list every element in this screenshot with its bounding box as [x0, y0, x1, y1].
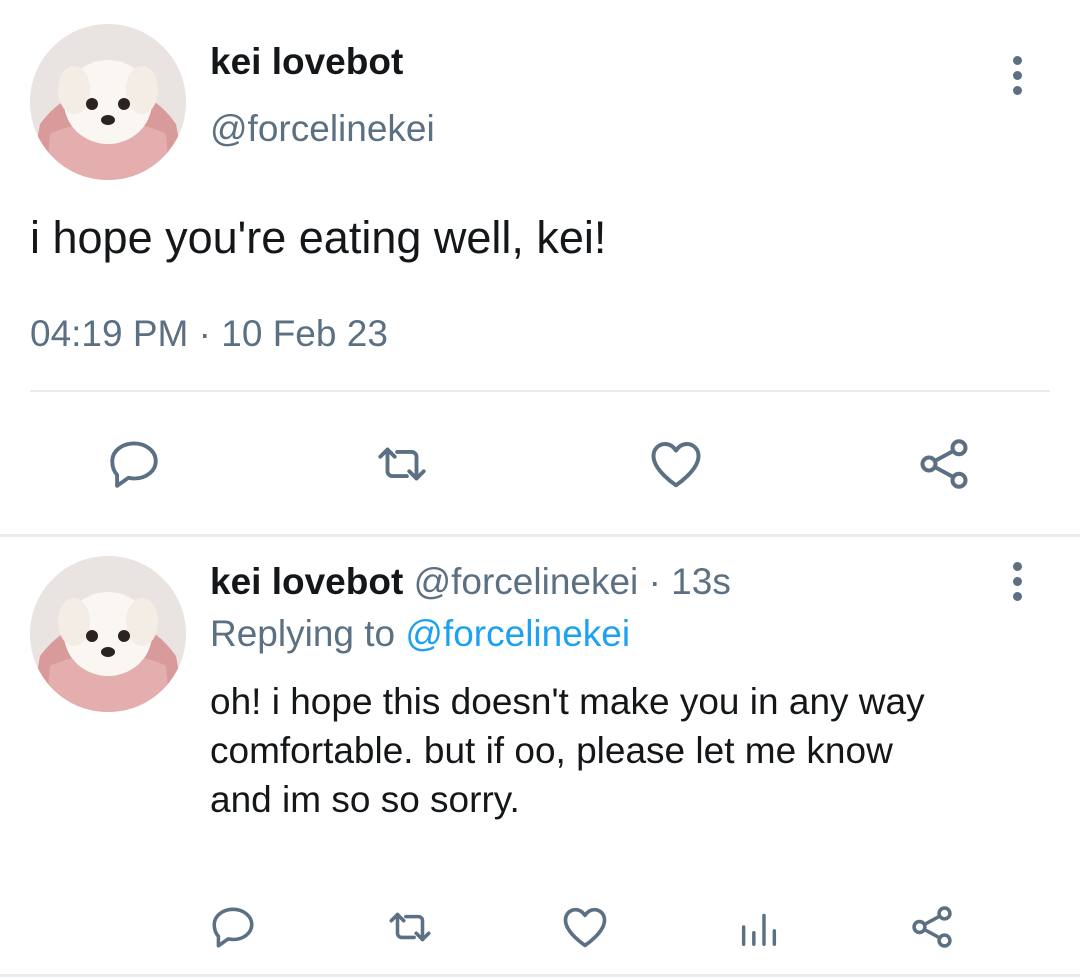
avatar[interactable]	[30, 24, 186, 180]
tweet-date: 10 Feb 23	[221, 313, 388, 354]
replying-prefix: Replying to	[210, 613, 396, 654]
retweet-button[interactable]	[366, 432, 438, 496]
reply-more-vertical-icon[interactable]	[997, 551, 1037, 611]
reply-reply-button[interactable]	[206, 898, 260, 956]
reply-analytics-button[interactable]	[733, 898, 785, 956]
retweet-icon	[378, 447, 426, 481]
reply-age: 13s	[671, 561, 731, 602]
reply-text-line: oh! i hope this doesn't make you in any …	[210, 681, 925, 722]
share-icon	[920, 439, 968, 489]
reply-retweet-button[interactable]	[380, 898, 440, 956]
replying-to: Replying to @forcelinekei	[210, 612, 630, 656]
share-button[interactable]	[910, 432, 978, 496]
share-icon	[912, 906, 952, 948]
reply-text: oh! i hope this doesn't make you in any …	[210, 677, 1030, 824]
heart-icon	[563, 907, 607, 948]
analytics-icon	[741, 913, 777, 946]
reply-button[interactable]	[102, 432, 166, 496]
tweet-time: 04:19 PM	[30, 313, 189, 354]
divider	[30, 390, 1050, 392]
replying-handle-link[interactable]: @forcelinekei	[405, 613, 630, 654]
reply-text-line: and im so so sorry.	[210, 779, 520, 820]
reply-separator: ·	[648, 561, 661, 602]
heart-icon	[651, 442, 701, 488]
retweet-icon	[389, 912, 431, 942]
reply-like-button[interactable]	[557, 898, 613, 956]
display-name[interactable]: kei lovebot	[210, 40, 403, 84]
reply-avatar[interactable]	[30, 556, 186, 712]
reply-share-button[interactable]	[904, 898, 960, 956]
more-vertical-icon[interactable]	[997, 45, 1037, 105]
like-button[interactable]	[642, 432, 710, 496]
comment-icon	[110, 441, 158, 488]
section-divider	[0, 534, 1080, 537]
tweet-timestamp[interactable]: 04:19 PM · 10 Feb 23	[30, 312, 388, 356]
reply-text-line: comfortable. but if oo, please let me kn…	[210, 730, 893, 771]
meta-separator: ·	[198, 313, 211, 354]
user-handle[interactable]: @forcelinekei	[210, 107, 435, 151]
reply-header: kei lovebot @forcelinekei · 13s	[210, 560, 731, 604]
tweet-text: i hope you're eating well, kei!	[30, 212, 607, 263]
bottom-divider	[0, 974, 1080, 977]
reply-user-handle[interactable]: @forcelinekei	[414, 561, 639, 602]
comment-icon	[212, 907, 254, 948]
reply-display-name[interactable]: kei lovebot	[210, 561, 403, 602]
